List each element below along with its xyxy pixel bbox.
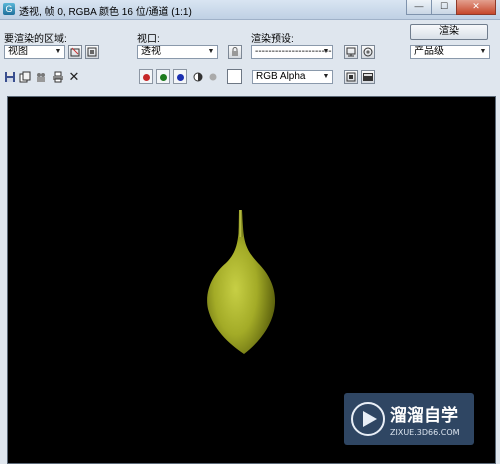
frame-toolbar: ✕ RGB Alpha ▼	[0, 66, 500, 88]
edit-region-icon[interactable]	[68, 45, 82, 59]
watermark-brand: 溜溜自学	[390, 405, 458, 426]
red-channel-icon	[143, 74, 150, 81]
mono-icon[interactable]	[207, 71, 219, 83]
minimize-button[interactable]: —	[406, 0, 432, 15]
channel-display-select[interactable]: RGB Alpha ▼	[252, 70, 333, 84]
toggle-ui-icon[interactable]	[361, 70, 375, 84]
title-bar[interactable]: G 透视, 帧 0, RGBA 颜色 16 位/通道 (1:1) — ☐ ✕	[0, 0, 500, 20]
region-select-value: 视图	[8, 46, 28, 57]
green-channel-button[interactable]	[156, 69, 170, 84]
green-channel-icon	[160, 74, 167, 81]
region-select[interactable]: 视图 ▼	[4, 45, 65, 59]
save-icon[interactable]	[4, 71, 16, 83]
render-button[interactable]: 渲染	[410, 24, 488, 40]
blue-channel-icon	[177, 74, 184, 81]
clone-frame-icon[interactable]	[35, 71, 47, 83]
render-frame-window: G 透视, 帧 0, RGBA 颜色 16 位/通道 (1:1) — ☐ ✕ 要…	[0, 0, 500, 464]
region-label: 要渲染的区域:	[4, 34, 67, 45]
blue-channel-button[interactable]	[173, 69, 187, 84]
auto-region-icon[interactable]	[85, 45, 99, 59]
toggle-ui-overlay-icon[interactable]	[344, 70, 358, 84]
color-swatch[interactable]	[227, 69, 242, 84]
preset-select[interactable]: -------------------------- ▼	[251, 45, 333, 59]
chevron-down-icon: ▼	[54, 48, 62, 55]
viewport-select-value: 透视	[141, 46, 161, 57]
watermark: 溜溜自学 ZIXUE.3D66.COM	[344, 393, 474, 445]
red-channel-button[interactable]	[139, 69, 153, 84]
chevron-down-icon: ▼	[322, 73, 330, 80]
window-title: 透视, 帧 0, RGBA 颜色 16 位/通道 (1:1)	[19, 7, 192, 18]
copy-image-icon[interactable]	[19, 71, 31, 83]
vase-object	[207, 210, 276, 354]
lock-icon[interactable]	[228, 45, 242, 59]
environment-icon[interactable]	[361, 45, 375, 59]
alpha-channel-icon[interactable]	[192, 71, 204, 83]
close-button[interactable]: ✕	[456, 0, 496, 15]
chevron-down-icon: ▼	[207, 48, 215, 55]
render-setup-icon[interactable]	[344, 45, 358, 59]
chevron-down-icon: ▼	[322, 48, 330, 55]
clear-icon[interactable]: ✕	[68, 70, 80, 83]
maximize-button[interactable]: ☐	[431, 0, 457, 15]
channel-display-value: RGB Alpha	[256, 71, 306, 82]
quality-select[interactable]: 产品级 ▼	[410, 45, 490, 59]
viewport-select[interactable]: 透视 ▼	[137, 45, 218, 59]
chevron-down-icon: ▼	[479, 48, 487, 55]
app-icon: G	[3, 3, 15, 15]
quality-select-value: 产品级	[414, 46, 444, 57]
print-icon[interactable]	[52, 71, 64, 83]
watermark-url: ZIXUE.3D66.COM	[390, 428, 460, 437]
window-controls: — ☐ ✕	[406, 0, 496, 15]
preset-label: 渲染预设:	[251, 34, 294, 45]
viewport-label: 视口:	[137, 34, 160, 45]
